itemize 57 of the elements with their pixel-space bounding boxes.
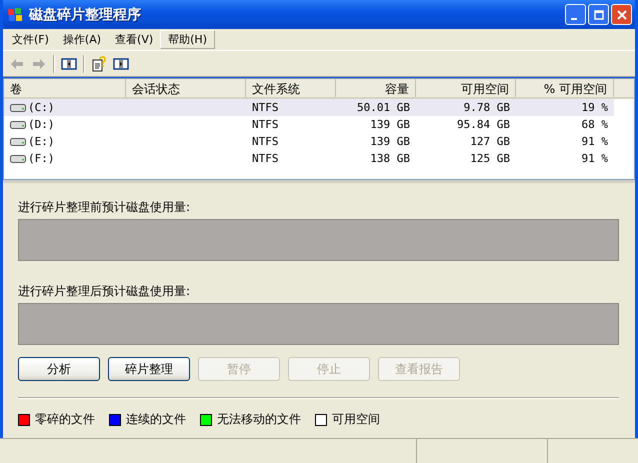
app-icon	[7, 6, 23, 22]
maximize-button[interactable]	[588, 4, 609, 25]
menu-item[interactable]: 文件(F)	[5, 30, 56, 49]
volume-row[interactable]: (D:) NTFS 139 GB 95.84 GB 68 %	[4, 116, 634, 133]
table-cell: 127 GB	[470, 135, 510, 148]
table-cell: 138 GB	[370, 152, 410, 165]
volume-row[interactable]: (E:) NTFS 139 GB 127 GB 91 %	[4, 133, 634, 150]
close-button[interactable]	[611, 4, 632, 25]
close-icon	[616, 10, 626, 20]
table-cell: (D:)	[28, 118, 54, 131]
menu-item[interactable]: 操作(A)	[56, 30, 108, 49]
column-header[interactable]: 文件系统	[246, 79, 336, 97]
window-title: 磁盘碎片整理程序	[29, 6, 142, 24]
action-button[interactable]: 分析	[18, 357, 100, 381]
minimize-button[interactable]	[565, 4, 586, 25]
hard-drive-icon	[10, 102, 26, 112]
table-cell: 50.01 GB	[357, 101, 410, 114]
hard-drive-icon	[10, 120, 26, 130]
table-cell: (E:)	[28, 135, 54, 148]
table-cell: 9.78 GB	[464, 101, 510, 114]
legend-label: 无法移动的文件	[217, 411, 301, 428]
help-icon[interactable]	[91, 56, 107, 72]
usage-label: 进行碎片整理后预计磁盘使用量:	[18, 283, 192, 300]
table-cell: (F:)	[28, 152, 54, 165]
hard-drive-icon	[10, 154, 26, 164]
table-cell: (C:)	[28, 101, 54, 114]
panel-icon[interactable]	[61, 56, 77, 72]
table-cell: 95.84 GB	[457, 118, 510, 131]
action-button[interactable]: 碎片整理	[108, 357, 190, 381]
legend-label: 零碎的文件	[35, 411, 95, 428]
menu-item[interactable]: 帮助(H)	[160, 30, 215, 49]
table-cell: 68 %	[582, 118, 608, 131]
column-header[interactable]: 容量	[336, 79, 416, 97]
usage-label: 进行碎片整理前预计磁盘使用量:	[18, 199, 192, 216]
table-cell: NTFS	[252, 152, 278, 165]
column-header[interactable]: 会话状态	[126, 79, 246, 97]
table-cell: NTFS	[252, 135, 278, 148]
menu-item[interactable]: 查看(V)	[108, 30, 160, 49]
column-header[interactable]: 卷	[4, 79, 126, 97]
volume-row[interactable]: (F:) NTFS 138 GB 125 GB 91 %	[4, 150, 634, 167]
table-cell: NTFS	[252, 101, 278, 114]
table-cell: 91 %	[582, 152, 608, 165]
minimize-icon	[570, 18, 576, 20]
panel-icon[interactable]	[113, 56, 129, 72]
maximize-icon	[594, 10, 604, 20]
table-cell: 125 GB	[470, 152, 510, 165]
hard-drive-icon	[10, 136, 26, 146]
table-cell: NTFS	[252, 118, 278, 131]
table-cell: 19 %	[582, 101, 608, 114]
table-cell: 139 GB	[370, 118, 410, 131]
legend-label: 可用空间	[332, 411, 380, 428]
legend-label: 连续的文件	[126, 411, 186, 428]
column-header[interactable]: 可用空间	[416, 79, 516, 97]
volume-row[interactable]: (C:) NTFS 50.01 GB 9.78 GB 19 %	[4, 99, 614, 116]
column-header[interactable]: % 可用空间	[516, 79, 614, 97]
table-cell: 91 %	[582, 135, 608, 148]
table-cell: 139 GB	[370, 135, 410, 148]
